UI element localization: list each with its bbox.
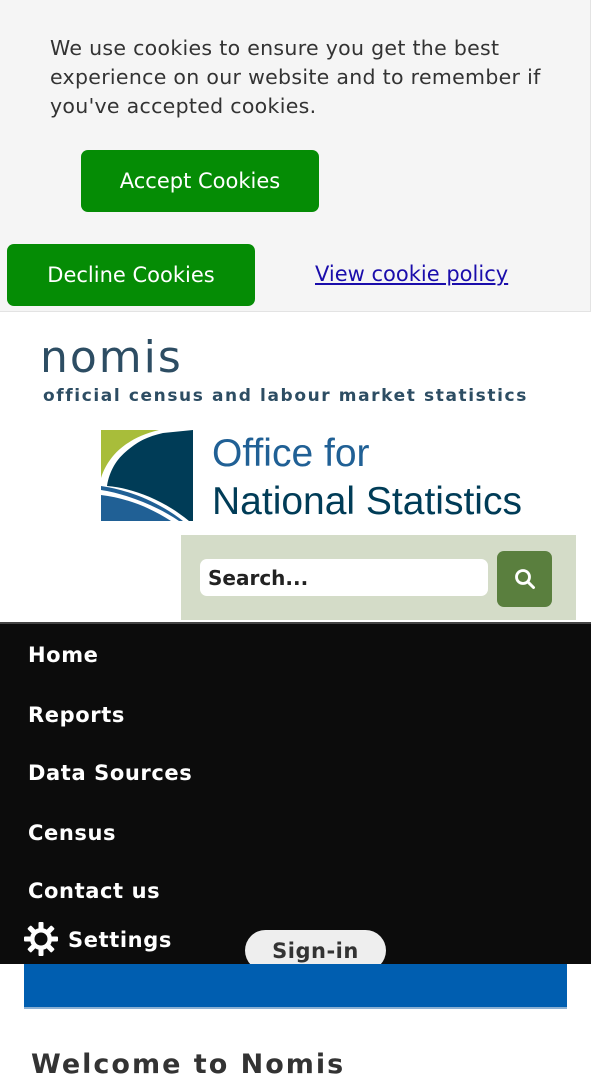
site-title[interactable]: nomis <box>40 330 183 386</box>
gear-icon[interactable] <box>22 920 60 958</box>
search-input[interactable] <box>200 559 488 596</box>
ons-logo-icon[interactable] <box>101 430 193 521</box>
cookie-message: We use cookies to ensure you get the bes… <box>50 36 541 118</box>
page-heading: Welcome to Nomis <box>31 1049 346 1080</box>
banner-bar <box>24 964 567 1009</box>
accept-cookies-button[interactable]: Accept Cookies <box>81 150 319 212</box>
cookie-banner: We use cookies to ensure you get the bes… <box>0 0 591 312</box>
nav-item-reports[interactable]: Reports <box>28 701 125 729</box>
main-navigation <box>0 622 591 964</box>
nav-item-census[interactable]: Census <box>28 819 116 847</box>
nav-item-home[interactable]: Home <box>28 641 99 669</box>
nav-item-data-sources[interactable]: Data Sources <box>28 759 192 787</box>
ons-logo-text-line2[interactable]: National Statistics <box>212 478 522 526</box>
decline-cookies-button[interactable]: Decline Cookies <box>7 244 255 306</box>
search-icon <box>514 569 535 589</box>
search-button[interactable] <box>497 551 552 607</box>
settings-label[interactable]: Settings <box>68 926 172 954</box>
nav-item-contact-us[interactable]: Contact us <box>28 877 160 905</box>
site-subtitle: official census and labour market statis… <box>43 386 528 406</box>
ons-logo-text-line1[interactable]: Office for <box>212 430 370 478</box>
cookie-policy-link[interactable]: View cookie policy <box>315 262 508 286</box>
